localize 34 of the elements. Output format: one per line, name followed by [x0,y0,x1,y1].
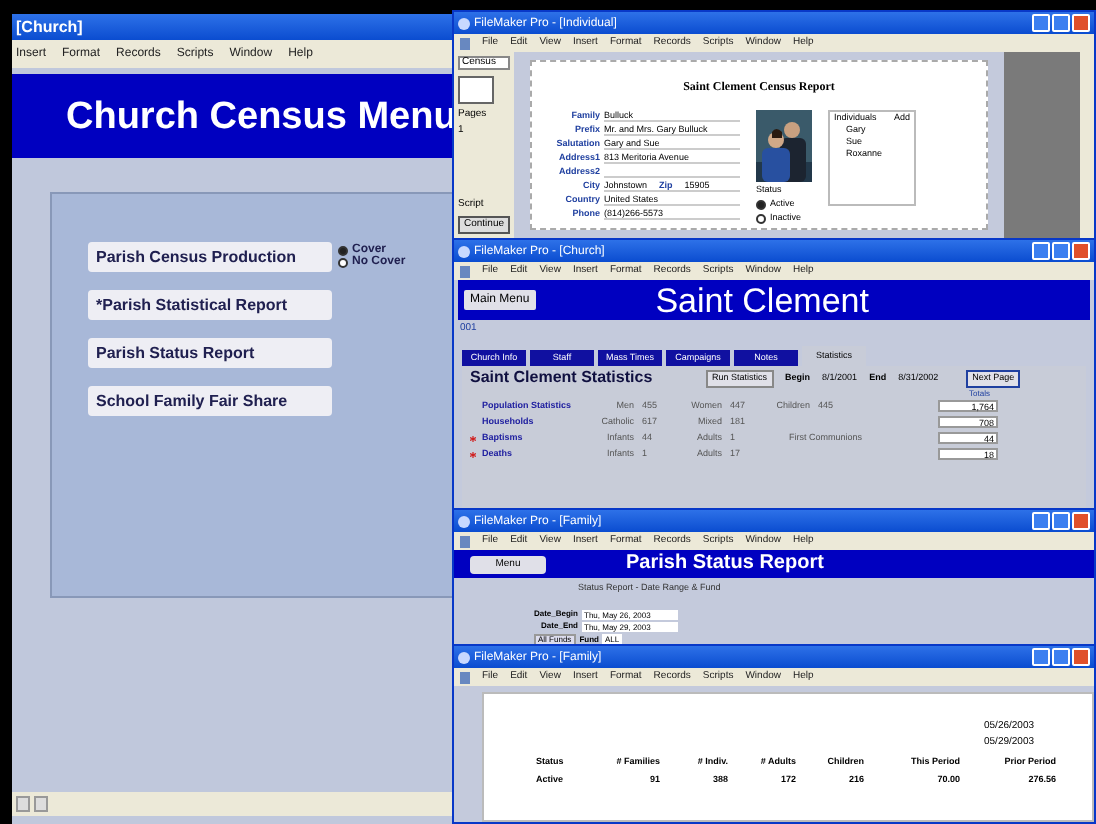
menu-title: Church Census Menu [66,97,457,135]
document-icon [460,265,470,277]
app-icon [458,245,470,257]
document-icon [460,671,470,683]
radio-button[interactable] [756,213,766,223]
window-title: [Church] [16,19,83,35]
app-icon [458,515,470,527]
menu-button[interactable]: Parish Status Report [88,338,332,368]
app-icon [458,651,470,663]
maximize-icon[interactable] [1052,242,1070,260]
stats-title: Saint Clement Statistics [470,370,655,387]
minimize-icon[interactable] [1032,14,1050,32]
close-icon[interactable] [1072,648,1090,666]
app-icon [458,17,470,29]
church-title: Saint Clement [655,283,869,317]
close-icon[interactable] [1072,14,1090,32]
menu-button[interactable]: *Parish Statistical Report [88,290,332,320]
minimize-icon[interactable] [1032,512,1050,530]
document-icon [460,37,470,49]
close-icon[interactable] [1072,512,1090,530]
menu-button[interactable]: Parish Census Production [88,242,332,272]
radio-button[interactable] [756,199,766,209]
minimize-icon[interactable] [1032,242,1050,260]
close-icon[interactable] [1072,242,1090,260]
minimize-icon[interactable] [1032,648,1050,666]
radio-button[interactable] [338,257,348,267]
menu-button[interactable]: School Family Fair Share [88,386,332,416]
maximize-icon[interactable] [1052,14,1070,32]
scrollbar[interactable] [1080,52,1094,238]
maximize-icon[interactable] [1052,648,1070,666]
report-title: Parish Status Report [626,554,824,574]
document-icon [460,535,470,547]
maximize-icon[interactable] [1052,512,1070,530]
radio-button[interactable] [338,245,348,255]
